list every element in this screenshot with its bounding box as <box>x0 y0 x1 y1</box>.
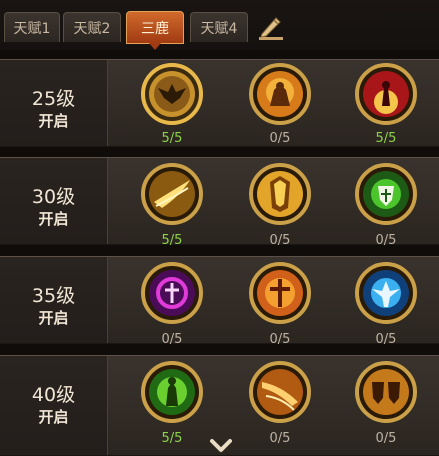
level-panel: 35级 开启 <box>0 257 108 343</box>
green-shield-icon[interactable] <box>354 162 418 226</box>
level-label: 40级 <box>31 384 76 406</box>
edit-pencil-icon[interactable] <box>256 14 286 42</box>
talent-tab-bar: 天赋1 天赋2 三鹿 天赋4 <box>0 0 439 50</box>
level-panel: 40级 开启 <box>0 356 108 455</box>
talent-row-25: 25级 开启 5/5 0/5 5/5 <box>0 59 439 147</box>
golden-slash-icon[interactable] <box>140 162 204 226</box>
fire-cross-icon[interactable] <box>248 261 312 325</box>
level-state: 开启 <box>38 408 69 426</box>
skill-points: 0/5 <box>269 332 291 347</box>
level-panel: 30级 开启 <box>0 158 108 244</box>
tab-talent-2[interactable]: 天赋2 <box>63 12 121 42</box>
purple-cross-icon[interactable] <box>140 261 204 325</box>
blue-angel-icon[interactable] <box>354 261 418 325</box>
level-state: 开启 <box>38 309 69 327</box>
talent-row-30: 30级 开启 5/5 0/5 0/5 <box>0 157 439 248</box>
skill-points: 5/5 <box>161 233 183 248</box>
warrior-flame-icon[interactable] <box>248 62 312 126</box>
level-label: 30级 <box>31 186 76 208</box>
level-label: 25级 <box>31 88 76 110</box>
skill-points: 5/5 <box>375 131 397 146</box>
skill-points: 0/5 <box>375 233 397 248</box>
level-state: 开启 <box>38 112 69 130</box>
skill-points: 0/5 <box>161 332 183 347</box>
winged-emblem-icon[interactable] <box>140 62 204 126</box>
chevron-down-icon[interactable] <box>210 438 232 454</box>
skill-points: 5/5 <box>161 431 183 446</box>
skill-points: 0/5 <box>375 332 397 347</box>
green-monk-icon[interactable] <box>140 360 204 424</box>
level-panel: 25级 开启 <box>0 60 108 146</box>
skill-points: 0/5 <box>375 431 397 446</box>
orange-strike-icon[interactable] <box>248 360 312 424</box>
golden-armor-icon[interactable] <box>248 162 312 226</box>
skill-points: 0/5 <box>269 131 291 146</box>
talent-row-35: 35级 开启 0/5 0/5 0/5 <box>0 256 439 347</box>
tab-talent-1[interactable]: 天赋1 <box>4 12 60 42</box>
tab-talent-4[interactable]: 天赋4 <box>190 12 248 42</box>
level-state: 开启 <box>38 210 69 228</box>
tab-talent-3[interactable]: 三鹿 <box>126 11 184 50</box>
red-figure-icon[interactable] <box>354 62 418 126</box>
twin-shield-icon[interactable] <box>354 360 418 424</box>
level-label: 35级 <box>31 285 76 307</box>
skill-points: 5/5 <box>161 131 183 146</box>
skill-points: 0/5 <box>269 431 291 446</box>
skill-points: 0/5 <box>269 233 291 248</box>
